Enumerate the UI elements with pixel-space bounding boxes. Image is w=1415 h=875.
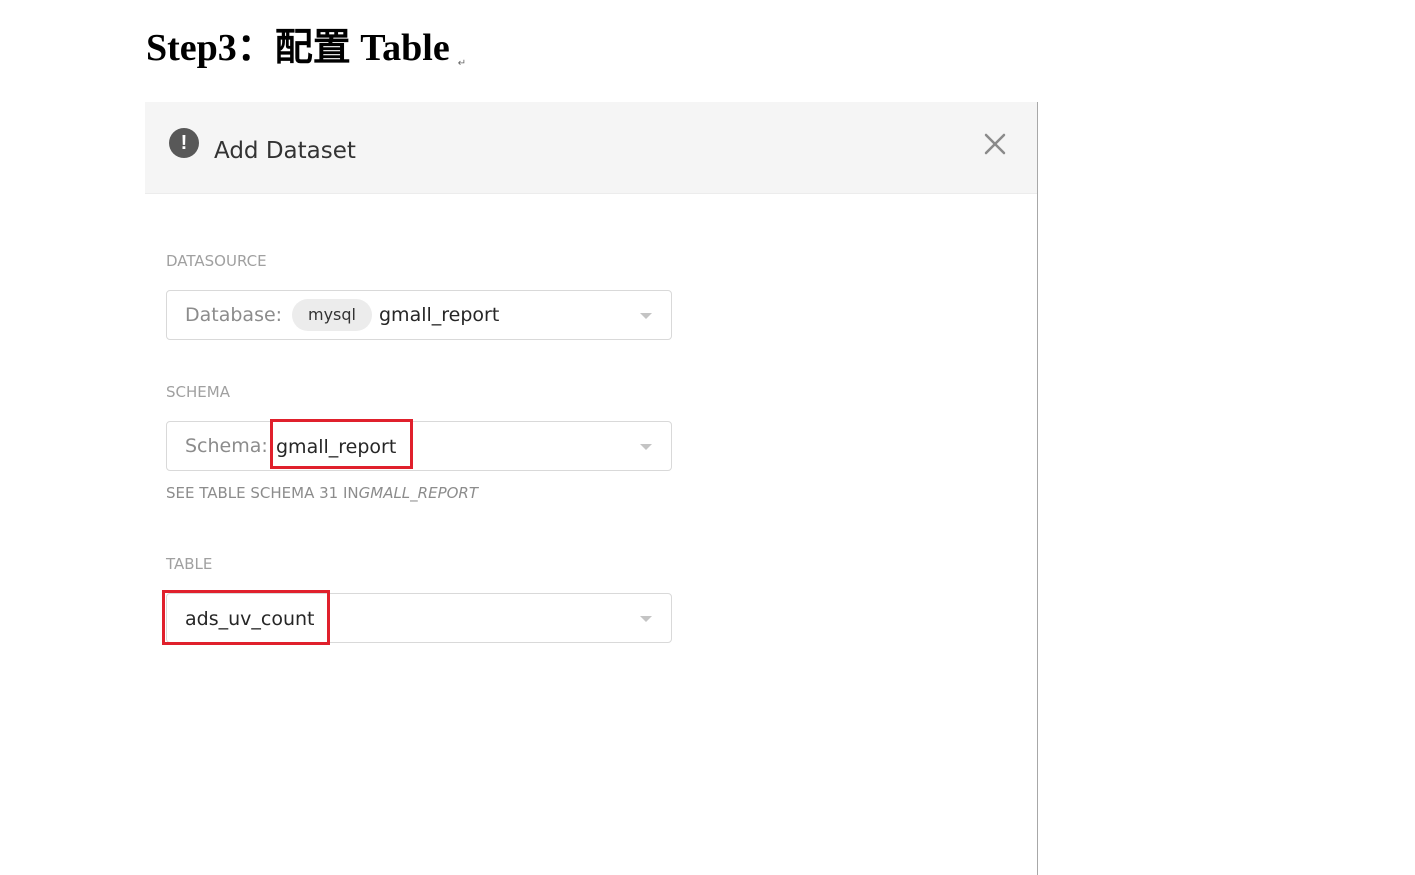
table-select[interactable]: ads_uv_count — [166, 593, 672, 643]
add-dataset-modal: ! Add Dataset DATASOURCE Database: mysql… — [145, 102, 1037, 875]
document-heading-text: Step3：配置 Table — [146, 27, 450, 69]
schema-hint-text: SEE TABLE SCHEMA 31 IN — [166, 484, 359, 502]
document-heading: Step3：配置 Table ↵ — [146, 24, 466, 88]
chevron-down-icon — [640, 616, 652, 622]
schema-select[interactable]: Schema: gmall_report — [166, 421, 672, 471]
database-value: gmall_report — [379, 304, 500, 326]
schema-hint-name: GMALL_REPORT — [358, 484, 479, 502]
schema-value: gmall_report — [276, 436, 397, 458]
close-icon — [984, 133, 1006, 155]
table-label: TABLE — [166, 555, 213, 573]
modal-title: Add Dataset — [214, 138, 356, 164]
database-engine-badge: mysql — [292, 299, 372, 331]
chevron-down-icon — [640, 444, 652, 450]
modal-header: ! Add Dataset — [145, 102, 1037, 194]
schema-hint: SEE TABLE SCHEMA 31 INGMALL_REPORT — [166, 483, 478, 503]
close-button[interactable] — [981, 130, 1009, 158]
database-prefix: Database: — [185, 304, 283, 326]
chevron-down-icon — [640, 313, 652, 319]
alert-icon: ! — [169, 128, 199, 158]
panel-divider — [1037, 102, 1038, 875]
schema-label: SCHEMA — [166, 383, 230, 401]
database-select[interactable]: Database: mysql gmall_report — [166, 290, 672, 340]
paragraph-mark: ↵ — [457, 58, 467, 69]
schema-prefix: Schema: — [185, 435, 268, 457]
datasource-label: DATASOURCE — [166, 252, 267, 270]
table-value: ads_uv_count — [185, 608, 315, 630]
